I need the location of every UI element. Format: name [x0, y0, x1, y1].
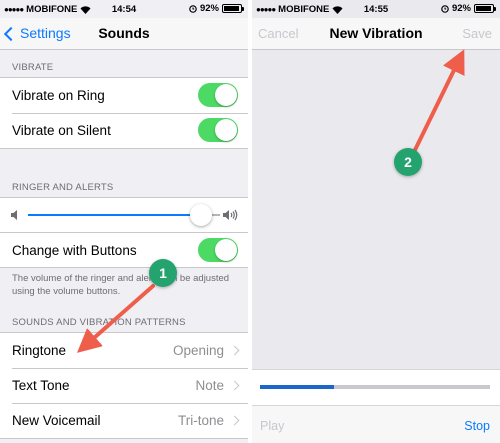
navigation-bar: Settings Sounds [0, 18, 248, 50]
row-label: Text Tone [12, 378, 70, 393]
row-value: Tri-tone [177, 413, 224, 428]
row-label: New Voicemail [12, 413, 101, 428]
volume-slider-thumb[interactable] [190, 204, 212, 226]
vibration-tap-area[interactable] [252, 51, 500, 369]
play-button[interactable]: Play [260, 419, 284, 433]
row-label: Vibrate on Ring [12, 88, 105, 103]
recording-progress-panel [252, 369, 500, 405]
section-header-ringer: RINGER AND ALERTS [12, 182, 114, 193]
row-label: Change with Buttons [12, 242, 137, 258]
volume-slider-track[interactable] [28, 214, 200, 216]
section-header-vibrate: VIBRATE [12, 62, 54, 73]
callout-badge-1: 1 [149, 259, 177, 287]
ringer-footer-note: The volume of the ringer and alerts can … [12, 273, 230, 297]
save-button[interactable]: Save [462, 26, 492, 41]
callout-badge-2: 2 [394, 148, 422, 176]
page-title: Sounds [98, 25, 150, 41]
battery-percent: 92% [451, 3, 471, 14]
recording-progress-fill [260, 385, 334, 389]
playback-toolbar: Play Stop [252, 405, 500, 443]
battery-icon [474, 4, 496, 13]
vibrate-group: Vibrate on Ring Vibrate on Silent [0, 77, 248, 149]
change-with-buttons-row: Change with Buttons [0, 232, 248, 267]
row-value: Note [195, 378, 224, 393]
stop-button[interactable]: Stop [464, 419, 490, 433]
status-bar: ●●●●● MOBIFONE 14:55 92% [252, 0, 500, 18]
navigation-bar: Cancel New Vibration Save [252, 18, 500, 50]
row-label: Vibrate on Silent [12, 123, 111, 138]
ringer-group: Change with Buttons [0, 197, 248, 268]
new-vibration-screen: ●●●●● MOBIFONE 14:55 92% Cancel New Vibr… [252, 0, 500, 443]
chevron-right-icon [229, 345, 240, 356]
battery-icon [222, 4, 244, 13]
chevron-right-icon [229, 415, 240, 426]
row-value: Opening [172, 343, 224, 358]
alarm-icon [441, 5, 449, 13]
vibrate-on-ring-toggle[interactable] [198, 83, 238, 107]
alarm-icon [189, 5, 197, 13]
sounds-settings-screen: ●●●●● MOBIFONE 14:54 92% Settings Sounds… [0, 0, 248, 443]
speaker-low-icon [11, 210, 17, 220]
status-bar: ●●●●● MOBIFONE 14:54 92% [0, 0, 248, 18]
new-voicemail-row[interactable]: New Voicemail Tri-tone [0, 403, 248, 438]
vibrate-on-silent-row: Vibrate on Silent [0, 113, 248, 148]
patterns-group: Ringtone Opening Text Tone Note New Voic… [0, 332, 248, 439]
vibrate-on-ring-row: Vibrate on Ring [0, 78, 248, 113]
section-header-patterns: SOUNDS AND VIBRATION PATTERNS [12, 317, 186, 328]
battery-percent: 92% [199, 3, 219, 14]
change-with-buttons-toggle[interactable] [198, 238, 238, 262]
speaker-high-icon [223, 209, 238, 221]
ringer-volume-row [0, 198, 248, 232]
recording-progress-bar [260, 385, 490, 389]
ringtone-row[interactable]: Ringtone Opening [0, 333, 248, 368]
row-label: Ringtone [12, 343, 67, 358]
chevron-right-icon [229, 380, 240, 391]
vibrate-on-silent-toggle[interactable] [198, 118, 238, 142]
text-tone-row[interactable]: Text Tone Note [0, 368, 248, 403]
